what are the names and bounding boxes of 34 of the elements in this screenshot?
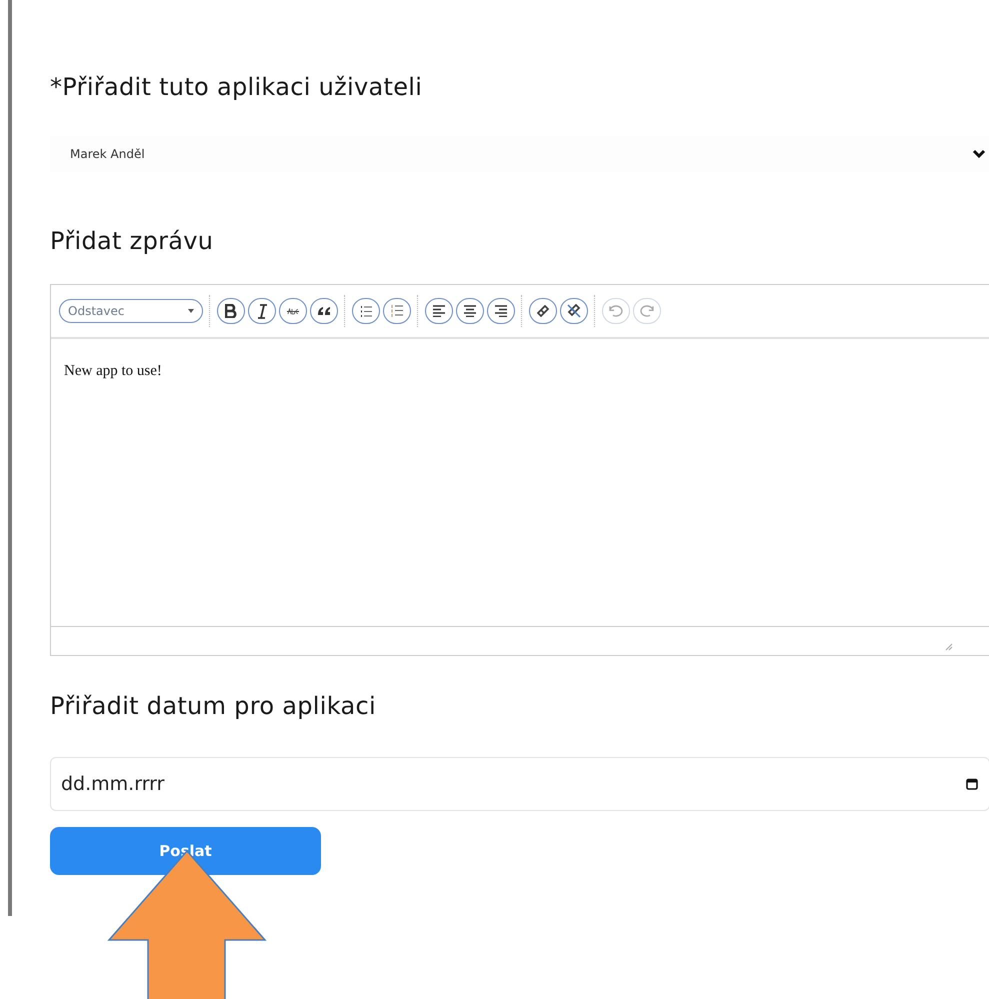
align-right-icon [494, 304, 508, 318]
toolbar-button[interactable] [310, 298, 338, 324]
align-left-icon [432, 304, 446, 318]
unlink-icon [567, 304, 581, 318]
toolbar-button[interactable] [487, 298, 515, 324]
chevron-down-icon [972, 149, 986, 159]
toolbar-button[interactable] [217, 298, 245, 324]
message-text: New app to use! [64, 363, 163, 380]
toolbar-button[interactable] [352, 298, 380, 324]
toolbar-button[interactable] [425, 298, 453, 324]
field-label: Přiřadit datum pro aplikaci [50, 691, 377, 722]
dropdown-caret-icon [188, 309, 194, 313]
field-label: Přidat zprávu [50, 226, 214, 257]
strikethrough-icon [286, 308, 300, 314]
field-label: *Přiřadit tuto aplikaci uživateli [50, 72, 424, 103]
date-input[interactable]: dd.mm.rrrr [50, 757, 989, 811]
numbered-list-icon [390, 304, 404, 318]
bold-icon [225, 304, 237, 318]
calendar-icon [966, 778, 978, 790]
format-select[interactable]: Odstavec [59, 299, 203, 323]
redo-icon [640, 305, 654, 317]
toolbar-button[interactable] [383, 298, 411, 324]
undo-icon [609, 305, 623, 317]
toolbar-button[interactable] [529, 298, 557, 324]
toolbar-button[interactable] [248, 298, 276, 324]
italic-icon [256, 304, 268, 318]
link-icon [537, 305, 549, 317]
toolbar-button[interactable] [456, 298, 484, 324]
align-center-icon [463, 304, 477, 318]
toolbar-button[interactable] [560, 298, 588, 324]
bulleted-list-icon [360, 306, 372, 316]
resize-grip-icon [945, 643, 953, 651]
toolbar-button[interactable] [279, 298, 307, 324]
quote-icon [317, 306, 331, 316]
